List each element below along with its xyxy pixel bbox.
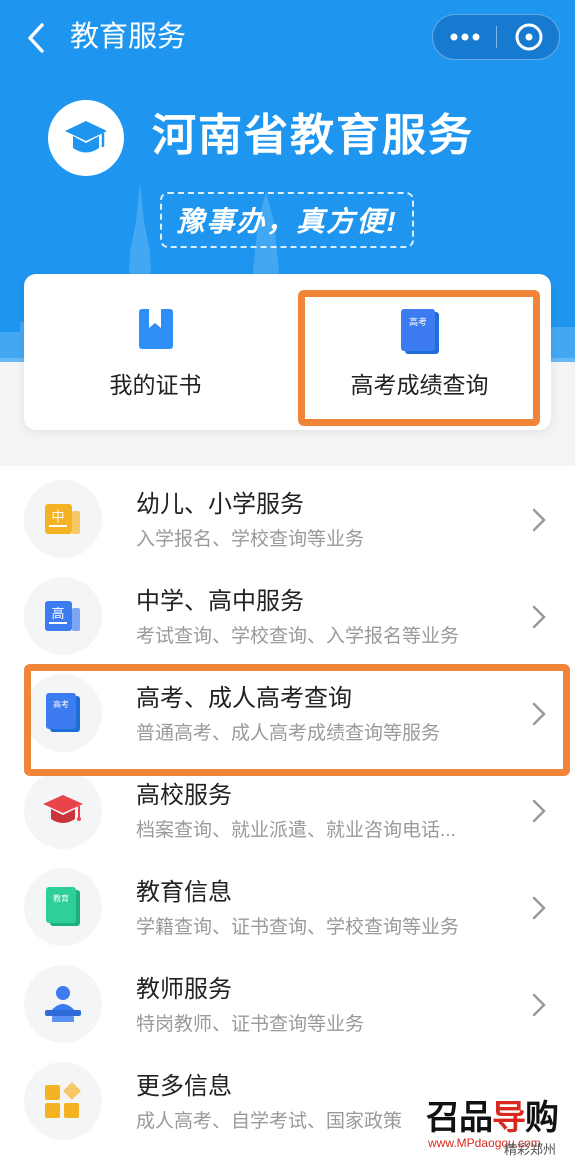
item-subtitle: 成人高考、自学考试、国家政策 — [136, 1111, 403, 1132]
item-title: 高校服务 — [136, 782, 232, 809]
chevron-right-icon — [532, 799, 546, 823]
my-certificate-card[interactable]: 我的证书 — [24, 274, 287, 430]
icon-text: 高 — [51, 606, 64, 622]
brand-title: 河南省教育服务 — [152, 111, 474, 160]
item-title: 教师服务 — [136, 976, 232, 1003]
item-subtitle: 学籍查询、证书查询、学校查询等业务 — [136, 917, 460, 938]
watermark-logo-b: 导 — [492, 1099, 526, 1137]
chevron-right-icon — [532, 508, 546, 532]
list-item[interactable]: 高校服务 档案查询、就业派遣、就业咨询电话... — [0, 757, 575, 854]
watermark: 召品导购 www.MPdaogou.com 精彩郑州 — [426, 1098, 572, 1162]
card-label: 高考成绩查询 — [350, 372, 489, 398]
item-subtitle: 入学报名、学校查询等业务 — [136, 529, 365, 550]
high-school-icon: 高 — [24, 577, 102, 655]
item-title: 中学、高中服务 — [136, 588, 304, 615]
item-title: 更多信息 — [136, 1073, 232, 1100]
list-item[interactable]: 教育 教育信息 学籍查询、证书查询、学校查询等业务 — [0, 854, 575, 951]
item-title: 高考、成人高考查询 — [136, 685, 352, 712]
list-item[interactable]: 高 中学、高中服务 考试查询、学校查询、入学报名等业务 — [0, 563, 575, 660]
icon-text: 高考 — [53, 699, 69, 709]
item-subtitle: 考试查询、学校查询、入学报名等业务 — [136, 626, 460, 647]
item-title: 教育信息 — [136, 879, 232, 906]
chevron-right-icon — [532, 993, 546, 1017]
slogan: 豫事办，真方便! — [176, 206, 398, 237]
close-button[interactable] — [497, 15, 560, 59]
more-button[interactable] — [433, 15, 496, 59]
item-subtitle: 特岗教师、证书查询等业务 — [136, 1014, 365, 1035]
close-circle-icon — [515, 23, 542, 51]
teacher-icon — [24, 965, 102, 1043]
watermark-logo-a: 召品 — [426, 1099, 493, 1137]
graduation-cap-icon — [24, 771, 102, 849]
chevron-right-icon — [532, 605, 546, 629]
watermark-logo-c: 购 — [525, 1099, 559, 1137]
exam-book-icon: 高考 — [24, 674, 102, 752]
item-title: 幼儿、小学服务 — [136, 491, 304, 518]
brand-logo — [48, 100, 124, 176]
more-dots-icon — [450, 33, 479, 41]
chevron-right-icon — [532, 896, 546, 920]
slogan-box: 豫事办，真方便! — [160, 192, 414, 248]
chevron-left-icon — [28, 23, 44, 53]
list-item[interactable]: 教师服务 特岗教师、证书查询等业务 — [0, 951, 575, 1048]
exam-book-icon: 高考 — [399, 308, 441, 361]
quick-access-cards: 我的证书 高考 高考成绩查询 — [24, 274, 551, 430]
gaokao-score-card[interactable]: 高考 高考成绩查询 — [288, 274, 551, 430]
watermark-caption: 精彩郑州 — [504, 1142, 557, 1157]
primary-school-icon: 中 — [24, 480, 102, 558]
list-item[interactable]: 高考 高考、成人高考查询 普通高考、成人高考成绩查询等服务 — [0, 660, 575, 757]
education-book-icon: 教育 — [24, 868, 102, 946]
item-subtitle: 档案查询、就业派遣、就业咨询电话... — [136, 820, 456, 841]
list-item[interactable]: 中 幼儿、小学服务 入学报名、学校查询等业务 — [0, 466, 575, 563]
page-title: 教育服务 — [70, 21, 187, 53]
back-button[interactable] — [18, 18, 54, 58]
card-label: 我的证书 — [109, 372, 202, 398]
icon-text: 教育 — [53, 893, 69, 903]
service-list: 中 幼儿、小学服务 入学报名、学校查询等业务 高 中学、高中服务 考试查询、学校… — [0, 466, 575, 1171]
watermark-logo: 召品导购 — [426, 1098, 559, 1138]
item-subtitle: 普通高考、成人高考成绩查询等服务 — [136, 723, 441, 744]
mini-program-capsule — [432, 14, 560, 60]
bookmark-book-icon — [138, 308, 174, 355]
card-icon-text: 高考 — [408, 316, 426, 328]
chevron-right-icon — [532, 702, 546, 726]
grid-more-icon — [24, 1062, 102, 1140]
graduation-cap-icon — [65, 121, 107, 153]
navbar: 教育服务 — [0, 0, 575, 76]
icon-text: 中 — [51, 510, 64, 525]
